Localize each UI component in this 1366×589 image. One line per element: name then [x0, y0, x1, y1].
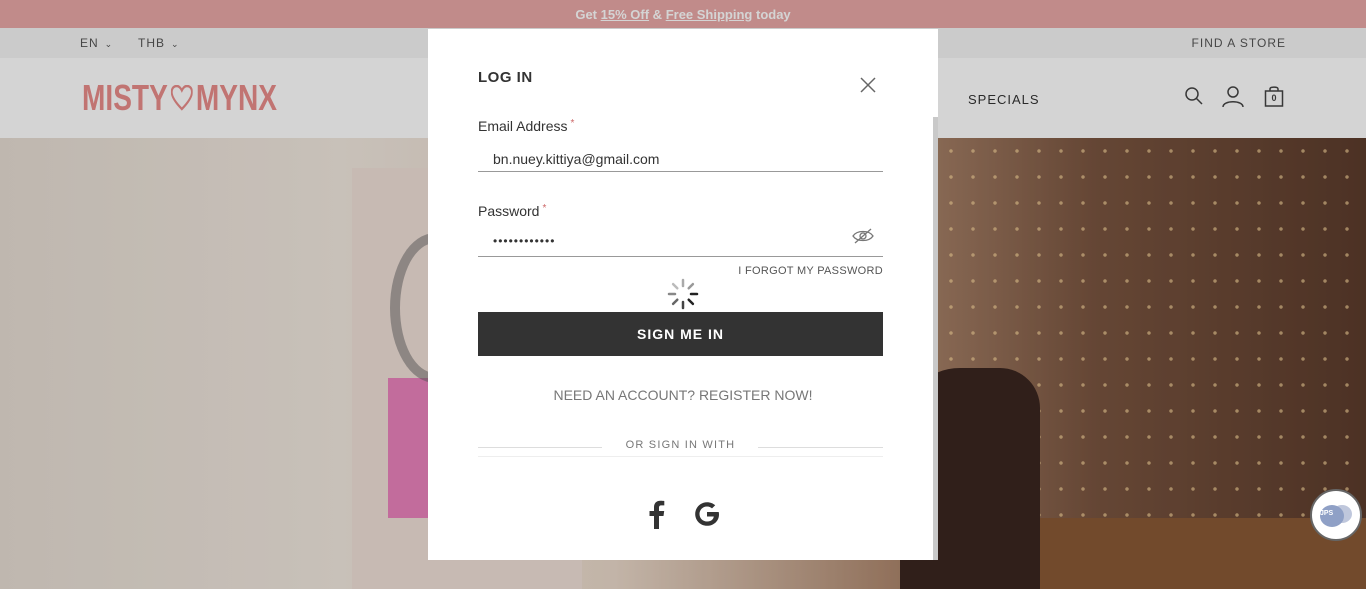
facebook-icon[interactable]	[642, 497, 672, 531]
email-label-text: Email Address	[478, 118, 568, 134]
chat-badge-text: JPS	[1320, 510, 1334, 517]
required-mark: *	[570, 118, 575, 129]
password-label-text: Password	[478, 203, 540, 219]
email-label: Email Address *	[478, 118, 574, 134]
password-label: Password *	[478, 203, 546, 219]
register-link[interactable]: NEED AN ACCOUNT? REGISTER NOW!	[428, 387, 938, 403]
forgot-password-link[interactable]: I FORGOT MY PASSWORD	[738, 265, 883, 277]
loading-spinner-icon	[667, 278, 699, 310]
sign-in-button[interactable]: SIGN ME IN	[478, 312, 883, 356]
google-icon[interactable]	[692, 497, 722, 531]
login-title: LOG IN	[478, 69, 533, 86]
close-icon[interactable]	[858, 75, 878, 95]
eye-off-icon[interactable]	[852, 227, 874, 245]
required-mark: *	[542, 203, 547, 214]
chat-widget-button[interactable]: JPS	[1310, 489, 1362, 541]
or-sign-in-with-text: OR SIGN IN WITH	[625, 439, 736, 451]
or-divider: OR SIGN IN WITH	[478, 439, 883, 455]
divider-line	[478, 456, 883, 457]
modal-scrollbar[interactable]	[933, 117, 938, 560]
login-modal: LOG IN Email Address* Password* ••••••••…	[428, 29, 938, 560]
email-field[interactable]	[478, 146, 883, 172]
password-field[interactable]: ••••••••••••	[478, 231, 883, 257]
